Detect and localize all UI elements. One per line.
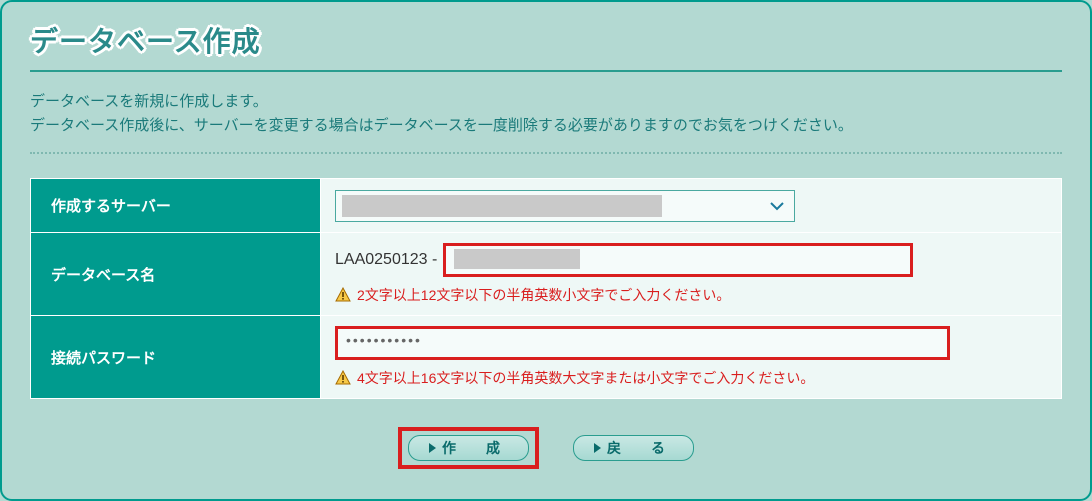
server-select[interactable] [335, 190, 795, 222]
page-title: データベース作成 [30, 20, 1062, 60]
row-server: 作成するサーバー [31, 179, 1062, 233]
dbname-line: LAA0250123 - [335, 243, 1047, 277]
create-button[interactable]: 作 成 [408, 435, 529, 461]
label-dbname: データベース名 [31, 233, 321, 316]
title-rule [30, 70, 1062, 72]
dbname-value-redacted [454, 249, 580, 269]
label-server: 作成するサーバー [31, 179, 321, 233]
dbname-hint-row: 2文字以上12文字以下の半角英数小文字でご入力ください。 [335, 285, 1047, 305]
intro-text: データベースを新規に作成します。 データベース作成後に、サーバーを変更する場合は… [30, 90, 1062, 138]
chevron-down-icon [770, 198, 784, 214]
intro-line-2: データベース作成後に、サーバーを変更する場合はデータベースを一度削除する必要があ… [30, 114, 1062, 138]
cell-password: ••••••••••• 4文字以上16文字以下の半角英数大文字または小文字でご入… [321, 316, 1062, 399]
cell-server [321, 179, 1062, 233]
button-row: 作 成 戻 る [30, 427, 1062, 469]
dbname-prefix: LAA0250123 - [335, 251, 437, 269]
create-button-highlight: 作 成 [398, 427, 539, 469]
row-password: 接続パスワード ••••••••••• 4文字以上16文字以下の半角英数大文字ま… [31, 316, 1062, 399]
form-table: 作成するサーバー データベース名 LAA0250123 - [30, 178, 1062, 399]
dbname-input[interactable] [443, 243, 913, 277]
password-input[interactable]: ••••••••••• [335, 326, 950, 360]
password-hint: 4文字以上16文字以下の半角英数大文字または小文字でご入力ください。 [357, 368, 814, 388]
triangle-right-icon [594, 443, 601, 453]
create-button-label: 作 成 [442, 438, 508, 458]
warning-icon [335, 287, 351, 303]
intro-line-1: データベースを新規に作成します。 [30, 90, 1062, 114]
label-password: 接続パスワード [31, 316, 321, 399]
database-create-panel: データベース作成 データベースを新規に作成します。 データベース作成後に、サーバ… [0, 0, 1092, 501]
server-selected-redacted [342, 195, 662, 217]
password-hint-row: 4文字以上16文字以下の半角英数大文字または小文字でご入力ください。 [335, 368, 1047, 388]
cell-dbname: LAA0250123 - 2文字以上12文字以下の半角英数小文字でご入力ください… [321, 233, 1062, 316]
warning-icon [335, 370, 351, 386]
row-dbname: データベース名 LAA0250123 - [31, 233, 1062, 316]
divider-dashed [30, 152, 1062, 154]
back-button[interactable]: 戻 る [573, 435, 694, 461]
dbname-hint: 2文字以上12文字以下の半角英数小文字でご入力ください。 [357, 285, 730, 305]
triangle-right-icon [429, 443, 436, 453]
back-button-label: 戻 る [607, 438, 673, 458]
